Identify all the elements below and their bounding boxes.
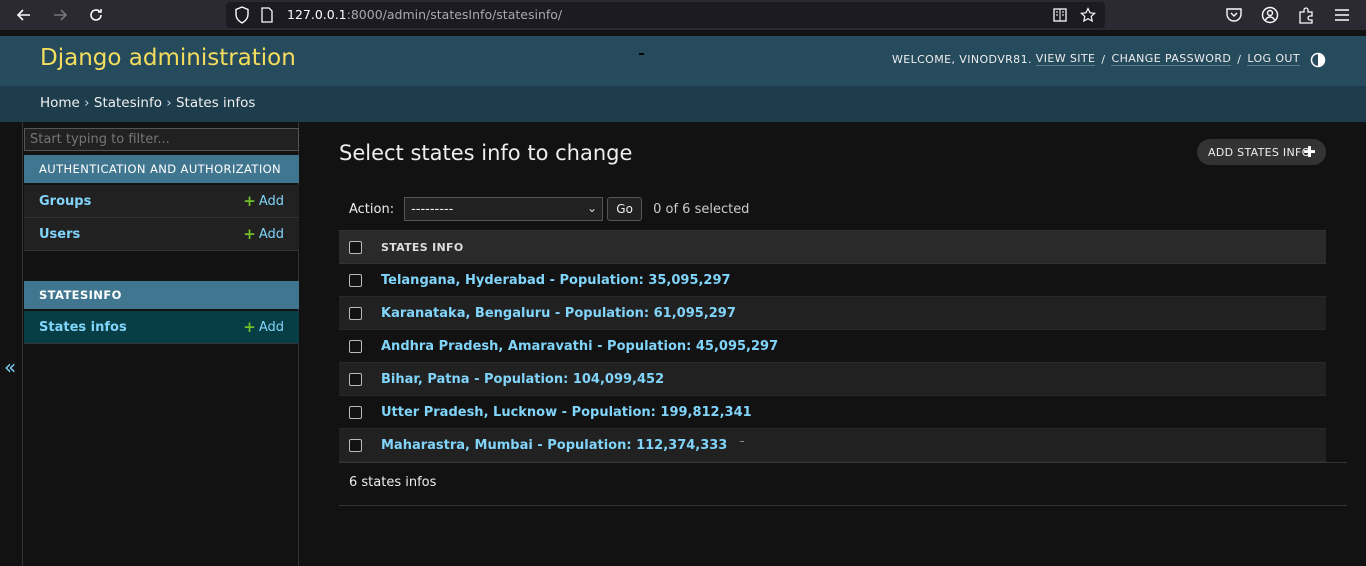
add-user-link[interactable]: + Add (243, 225, 284, 243)
table-row: Karanataka, Bengaluru - Population: 61,0… (339, 297, 1326, 330)
module-caption-auth[interactable]: AUTHENTICATION AND AUTHORIZATION (24, 155, 299, 183)
users-link[interactable]: Users (39, 227, 80, 242)
row-checkbox[interactable] (349, 339, 362, 353)
row-checkbox[interactable] (349, 438, 362, 452)
nav-filter-input[interactable] (24, 128, 299, 151)
site-header: Django administration WELCOME, VINODVR81… (0, 36, 1366, 86)
states-infos-link[interactable]: States infos (39, 320, 127, 335)
extensions-icon[interactable] (1297, 6, 1315, 24)
add-group-link[interactable]: + Add (243, 192, 284, 210)
column-header-states-info[interactable]: STATES INFO (381, 241, 463, 254)
selection-counter: 0 of 6 selected (653, 201, 750, 217)
log-out-link[interactable]: LOG OUT (1247, 52, 1300, 66)
forward-icon[interactable] (49, 4, 71, 26)
row-link[interactable]: Andhra Pradesh, Amaravathi - Population:… (381, 339, 778, 354)
separator: / (1101, 52, 1106, 66)
account-icon[interactable] (1261, 6, 1279, 24)
add-icon: + (243, 192, 256, 210)
browser-toolbar: 127.0.0.1:8000/admin/statesInfo/statesin… (0, 0, 1366, 30)
add-states-info-button[interactable]: ADD STATES INFO ✚ (1197, 139, 1326, 165)
sidebar-collapse-icon[interactable]: « (4, 355, 16, 379)
sidebar-item-groups: Groups + Add (24, 185, 299, 218)
breadcrumb-app[interactable]: Statesinfo (94, 95, 162, 111)
url-host: 127.0.0.1 (287, 7, 347, 22)
table-row: Andhra Pradesh, Amaravathi - Population:… (339, 330, 1326, 363)
site-brand[interactable]: Django administration (40, 45, 296, 71)
add-icon: + (243, 318, 256, 336)
action-select-value: --------- (411, 201, 454, 217)
divider (339, 462, 1347, 463)
breadcrumb: Home › Statesinfo › States infos (0, 86, 1366, 122)
action-label: Action: (349, 201, 395, 217)
module-caption-statesinfo[interactable]: STATESINFO (24, 281, 299, 309)
add-label: Add (258, 319, 284, 335)
row-link[interactable]: Telangana, Hyderabad - Population: 35,09… (381, 273, 731, 288)
row-checkbox[interactable] (349, 372, 362, 386)
row-link[interactable]: Karanataka, Bengaluru - Population: 61,0… (381, 306, 736, 321)
page-icon[interactable] (260, 7, 274, 23)
add-label: Add (258, 226, 284, 242)
breadcrumb-home[interactable]: Home (40, 95, 80, 111)
table-row: Telangana, Hyderabad - Population: 35,09… (339, 264, 1326, 297)
divider (740, 441, 744, 442)
paginator: 6 states infos (349, 475, 437, 490)
user-tools: WELCOME, VINODVR81. VIEW SITE / CHANGE P… (892, 52, 1300, 66)
pocket-icon[interactable] (1225, 6, 1243, 24)
nav-sidebar: AUTHENTICATION AND AUTHORIZATION Groups … (22, 122, 299, 566)
bookmark-star-icon[interactable] (1080, 7, 1096, 23)
breadcrumb-current: States infos (175, 95, 256, 111)
back-icon[interactable] (13, 4, 35, 26)
select-all-checkbox[interactable] (349, 240, 362, 254)
sidebar-item-users: Users + Add (24, 218, 299, 251)
add-icon: + (243, 225, 256, 243)
row-link[interactable]: Bihar, Patna - Population: 104,099,452 (381, 372, 664, 387)
row-checkbox[interactable] (349, 405, 362, 419)
row-link[interactable]: Maharastra, Mumbai - Population: 112,374… (381, 438, 727, 453)
table-header: STATES INFO (339, 230, 1326, 264)
reader-view-icon[interactable] (1052, 7, 1068, 23)
row-checkbox[interactable] (349, 273, 362, 287)
row-checkbox[interactable] (349, 306, 362, 320)
theme-toggle-icon[interactable] (1310, 52, 1326, 68)
actions-bar: Action: --------- ⌄ Go 0 of 6 selected (339, 194, 1326, 224)
sidebar-item-states-infos: States infos + Add (24, 311, 299, 344)
welcome-text: WELCOME, VINODVR81. (891, 52, 1032, 66)
add-label: Add (258, 193, 284, 209)
divider (339, 505, 1347, 506)
url-path: :8000/admin/statesInfo/statesinfo/ (346, 7, 563, 22)
breadcrumb-separator: › (84, 95, 90, 111)
shield-icon[interactable] (234, 6, 250, 24)
page-title: Select states info to change (339, 141, 633, 165)
reload-icon[interactable] (85, 4, 107, 26)
separator: / (1237, 52, 1242, 66)
breadcrumb-separator: › (166, 95, 172, 111)
row-link[interactable]: Utter Pradesh, Lucknow - Population: 199… (381, 405, 752, 420)
url-text[interactable]: 127.0.0.1:8000/admin/statesInfo/statesin… (287, 7, 562, 22)
change-password-link[interactable]: CHANGE PASSWORD (1111, 52, 1232, 66)
add-states-info-link[interactable]: + Add (243, 318, 284, 336)
plus-icon: ✚ (1303, 143, 1316, 161)
table-row: Utter Pradesh, Lucknow - Population: 199… (339, 396, 1326, 429)
action-select[interactable]: --------- ⌄ (404, 197, 604, 221)
go-button[interactable]: Go (607, 197, 643, 221)
menu-icon[interactable] (1333, 6, 1351, 24)
divider (639, 53, 644, 55)
groups-link[interactable]: Groups (39, 194, 91, 209)
table-row: Maharastra, Mumbai - Population: 112,374… (339, 429, 1326, 462)
chevron-down-icon: ⌄ (587, 201, 598, 215)
view-site-link[interactable]: VIEW SITE (1035, 52, 1096, 66)
result-list-table: STATES INFO Telangana, Hyderabad - Popul… (339, 230, 1326, 462)
add-button-label: ADD STATES INFO (1208, 145, 1311, 159)
table-row: Bihar, Patna - Population: 104,099,452 (339, 363, 1326, 396)
url-bar[interactable]: 127.0.0.1:8000/admin/statesInfo/statesin… (226, 2, 1105, 28)
